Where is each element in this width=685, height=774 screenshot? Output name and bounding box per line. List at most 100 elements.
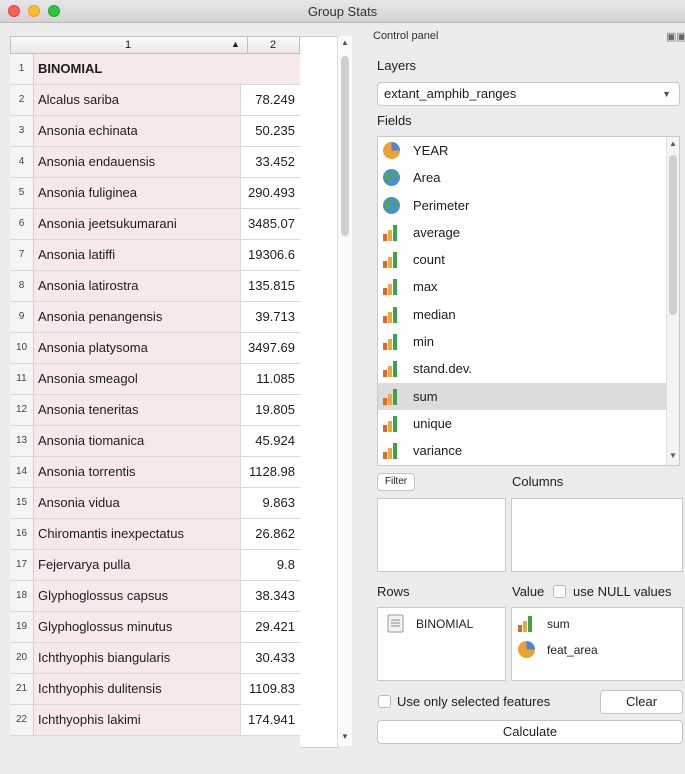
- table-row[interactable]: 11 Ansonia smeagol 11.085: [10, 364, 300, 395]
- field-item-area[interactable]: Area: [378, 164, 679, 191]
- cell-value[interactable]: 1128.98: [237, 457, 300, 487]
- table-row[interactable]: 22 Ichthyophis lakimi 174.941: [10, 705, 300, 736]
- table-row[interactable]: 8 Ansonia latirostra 135.815: [10, 271, 300, 302]
- cell-binomial[interactable]: Ansonia smeagol: [34, 364, 241, 394]
- row-number[interactable]: 20: [10, 643, 34, 673]
- cell-binomial[interactable]: Glyphoglossus capsus: [34, 581, 241, 611]
- table-row[interactable]: 1 BINOMIAL: [10, 54, 300, 85]
- cell-binomial[interactable]: Ichthyophis lakimi: [34, 705, 241, 735]
- cell-value[interactable]: 26.862: [237, 519, 300, 549]
- cell-binomial[interactable]: Ansonia endauensis: [34, 147, 241, 177]
- table-row[interactable]: 19 Glyphoglossus minutus 29.421: [10, 612, 300, 643]
- column-header-2[interactable]: 2: [248, 39, 298, 51]
- cell-binomial[interactable]: Ichthyophis dulitensis: [34, 674, 241, 704]
- cell-value[interactable]: [237, 54, 300, 84]
- table-row[interactable]: 21 Ichthyophis dulitensis 1109.83: [10, 674, 300, 705]
- cell-binomial[interactable]: Ansonia fuliginea: [34, 178, 241, 208]
- table-scrollbar[interactable]: ▲ ▼: [337, 36, 352, 746]
- cell-binomial[interactable]: Ansonia platysoma: [34, 333, 241, 363]
- table-row[interactable]: 2 Alcalus sariba 78.249: [10, 85, 300, 116]
- cell-binomial[interactable]: Ansonia latirostra: [34, 271, 241, 301]
- table-row[interactable]: 9 Ansonia penangensis 39.713: [10, 302, 300, 333]
- field-item-year[interactable]: YEAR: [378, 137, 679, 164]
- row-number[interactable]: 15: [10, 488, 34, 518]
- filter-button[interactable]: Filter: [377, 473, 415, 491]
- field-item-perimeter[interactable]: Perimeter: [378, 192, 679, 219]
- field-item-min[interactable]: min: [378, 328, 679, 355]
- cell-binomial[interactable]: Ichthyophis biangularis: [34, 643, 241, 673]
- cell-value[interactable]: 19.805: [237, 395, 300, 425]
- cell-value[interactable]: 1109.83: [237, 674, 300, 704]
- cell-value[interactable]: 3485.07: [237, 209, 300, 239]
- row-number[interactable]: 9: [10, 302, 34, 332]
- row-number[interactable]: 3: [10, 116, 34, 146]
- cell-binomial[interactable]: Chiromantis inexpectatus: [34, 519, 241, 549]
- scroll-up-icon[interactable]: ▲: [341, 38, 349, 47]
- cell-value[interactable]: 290.493: [237, 178, 300, 208]
- fields-list[interactable]: YEAR Area Perimeter average count max median mi…: [377, 136, 680, 466]
- use-null-values-checkbox[interactable]: [553, 585, 566, 598]
- cell-binomial[interactable]: Ansonia penangensis: [34, 302, 241, 332]
- cell-binomial[interactable]: Ansonia jeetsukumarani: [34, 209, 241, 239]
- table-row[interactable]: 7 Ansonia latiffi 19306.6: [10, 240, 300, 271]
- table-row[interactable]: 20 Ichthyophis biangularis 30.433: [10, 643, 300, 674]
- float-panel-icon[interactable]: ▣▣: [666, 30, 685, 43]
- cell-value[interactable]: 38.343: [237, 581, 300, 611]
- field-item-count[interactable]: count: [378, 246, 679, 273]
- field-item-stand-dev-[interactable]: stand.dev.: [378, 355, 679, 382]
- table-scroll-thumb[interactable]: [341, 56, 349, 236]
- cell-binomial[interactable]: Ansonia latiffi: [34, 240, 241, 270]
- row-number[interactable]: 18: [10, 581, 34, 611]
- table-row[interactable]: 17 Fejervarya pulla 9.8: [10, 550, 300, 581]
- table-row[interactable]: 14 Ansonia torrentis 1128.98: [10, 457, 300, 488]
- row-number[interactable]: 16: [10, 519, 34, 549]
- cell-value[interactable]: 39.713: [237, 302, 300, 332]
- field-item-max[interactable]: max: [378, 273, 679, 300]
- cell-value[interactable]: 135.815: [237, 271, 300, 301]
- cell-binomial[interactable]: Ansonia tiomanica: [34, 426, 241, 456]
- field-item-median[interactable]: median: [378, 301, 679, 328]
- table-row[interactable]: 16 Chiromantis inexpectatus 26.862: [10, 519, 300, 550]
- cell-value[interactable]: 33.452: [237, 147, 300, 177]
- row-number[interactable]: 7: [10, 240, 34, 270]
- cell-value[interactable]: 45.924: [237, 426, 300, 456]
- cell-binomial[interactable]: BINOMIAL: [34, 54, 241, 84]
- row-number[interactable]: 10: [10, 333, 34, 363]
- cell-binomial[interactable]: Fejervarya pulla: [34, 550, 241, 580]
- row-number[interactable]: 4: [10, 147, 34, 177]
- cell-binomial[interactable]: Ansonia echinata: [34, 116, 241, 146]
- row-number[interactable]: 19: [10, 612, 34, 642]
- scroll-up-icon[interactable]: ▲: [669, 139, 677, 148]
- cell-binomial[interactable]: Ansonia teneritas: [34, 395, 241, 425]
- row-number[interactable]: 12: [10, 395, 34, 425]
- table-row[interactable]: 15 Ansonia vidua 9.863: [10, 488, 300, 519]
- field-item-unique[interactable]: unique: [378, 410, 679, 437]
- cell-value[interactable]: 30.433: [237, 643, 300, 673]
- row-number[interactable]: 22: [10, 705, 34, 735]
- row-number[interactable]: 1: [10, 54, 34, 84]
- row-number[interactable]: 17: [10, 550, 34, 580]
- cell-binomial[interactable]: Glyphoglossus minutus: [34, 612, 241, 642]
- scroll-down-icon[interactable]: ▼: [669, 451, 677, 460]
- cell-value[interactable]: 9.8: [237, 550, 300, 580]
- row-number[interactable]: 5: [10, 178, 34, 208]
- fields-scroll-thumb[interactable]: [669, 155, 677, 315]
- cell-binomial[interactable]: Alcalus sariba: [34, 85, 241, 115]
- field-item-variance[interactable]: variance: [378, 437, 679, 464]
- use-selected-features-checkbox[interactable]: [378, 695, 391, 708]
- cell-value[interactable]: 50.235: [237, 116, 300, 146]
- table-row[interactable]: 13 Ansonia tiomanica 45.924: [10, 426, 300, 457]
- row-number[interactable]: 8: [10, 271, 34, 301]
- value-drop-area[interactable]: sum feat_area: [511, 607, 683, 681]
- cell-value[interactable]: 9.863: [237, 488, 300, 518]
- calculate-button[interactable]: Calculate: [377, 720, 683, 744]
- field-item-average[interactable]: average: [378, 219, 679, 246]
- row-number[interactable]: 14: [10, 457, 34, 487]
- row-number[interactable]: 2: [10, 85, 34, 115]
- table-row[interactable]: 10 Ansonia platysoma 3497.69: [10, 333, 300, 364]
- table-row[interactable]: 4 Ansonia endauensis 33.452: [10, 147, 300, 178]
- rows-drop-area[interactable]: BINOMIAL: [377, 607, 506, 681]
- table-row[interactable]: 18 Glyphoglossus capsus 38.343: [10, 581, 300, 612]
- columns-drop-area[interactable]: [511, 498, 683, 572]
- cell-value[interactable]: 78.249: [237, 85, 300, 115]
